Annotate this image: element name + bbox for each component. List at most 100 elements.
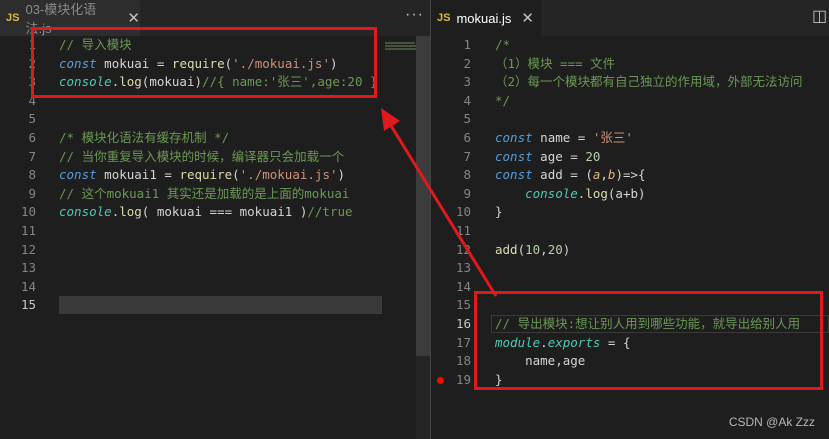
line-number: 10 (455, 204, 471, 220)
line-number: 15 (455, 297, 471, 313)
line-number: 11 (20, 223, 36, 238)
line-number: 17 (455, 334, 471, 350)
line-number: 19 (455, 371, 471, 387)
code-text: } (495, 203, 503, 221)
code-token: /* (495, 37, 511, 52)
close-icon[interactable]: ✕ (521, 9, 534, 27)
code-text: add(10,20) (495, 241, 570, 259)
code-token: ) (562, 241, 571, 257)
code-line[interactable]: 9 // 这个mokuai1 其实还是加载的是上面的mokuai (0, 185, 430, 203)
line-number: 6 (463, 130, 471, 145)
code-token: age (532, 148, 571, 164)
code-line[interactable]: 7 const age = 20 (431, 148, 829, 166)
code-line[interactable]: 2 （1）模块 === 文件 (431, 55, 829, 73)
code-token: mokuai1 (96, 167, 165, 183)
code-token: // 这个mokuai1 其实还是加载的是上面的mokuai (59, 185, 350, 201)
code-token: ( mokuai === mokuai1 ) (141, 204, 308, 220)
line-number: 7 (463, 148, 471, 164)
code-token: console (59, 204, 112, 220)
code-token: = (570, 148, 586, 164)
code-token: log (585, 185, 608, 201)
code-line[interactable]: 1 /* (431, 36, 829, 54)
code-line[interactable]: 4 */ (431, 92, 829, 110)
line-number: 18 (455, 353, 471, 369)
code-text: const mokuai1 = require('./mokuai.js') (59, 166, 345, 184)
code-line[interactable]: 10} (431, 203, 829, 221)
code-token: './mokuai.js' (239, 167, 338, 183)
code-line[interactable]: 8 const mokuai1 = require('./mokuai.js') (0, 166, 430, 184)
code-line[interactable]: 3 （2）每一个模块都有自己独立的作用域，外部无法访问 (431, 73, 829, 91)
line-number: 2 (463, 55, 471, 71)
code-token: console (525, 185, 578, 201)
code-line[interactable]: 6 /* 模块化语法有缓存机制 */ (0, 129, 430, 147)
vertical-scrollbar-thumb[interactable] (416, 36, 430, 356)
code-token: = (577, 130, 593, 145)
code-token: ( (517, 241, 526, 257)
code-line[interactable]: 8 const add = (a,b)=>{ (431, 166, 829, 184)
code-line[interactable]: 13 (431, 259, 829, 277)
line-number: 11 (455, 223, 471, 238)
code-token: const (495, 130, 533, 145)
code-line[interactable]: 12 add(10,20) (431, 241, 829, 259)
js-file-icon: JS (437, 12, 451, 24)
code-line[interactable]: 14 (0, 278, 430, 296)
line-number: 13 (455, 260, 471, 276)
js-file-icon: JS (6, 12, 20, 24)
code-token: add (495, 241, 518, 257)
code-line[interactable]: 15 (0, 296, 430, 314)
code-text: */ (495, 92, 510, 110)
import-highlight-box (31, 27, 377, 98)
code-token: , (600, 167, 608, 183)
line-number: 3 (463, 74, 471, 90)
code-line[interactable]: 12 (0, 241, 430, 259)
line-number: 9 (28, 185, 36, 201)
code-token: name (532, 130, 578, 145)
code-line[interactable]: 11 (431, 222, 829, 240)
code-line[interactable]: 10 console.log( mokuai === mokuai1 )//tru… (0, 203, 430, 221)
code-text: console.log( mokuai === mokuai1 )//true (59, 203, 353, 221)
right-tab-bar: JS mokuai.js ✕ ◫ (431, 0, 829, 36)
code-token: require (179, 167, 233, 183)
code-token: = (164, 167, 180, 183)
line-number: 5 (28, 111, 36, 127)
line-number: 9 (463, 185, 471, 201)
code-token: // 当你重复导入模块的时候，编译器只会加载一个 (59, 148, 345, 164)
close-icon[interactable]: ✕ (127, 9, 140, 27)
line-number: 5 (463, 111, 471, 127)
code-text: （1）模块 === 文件 (495, 55, 615, 73)
line-number: 14 (455, 278, 471, 294)
code-token: */ (495, 92, 511, 108)
line-number: 13 (20, 260, 36, 276)
code-token: '张三' (592, 130, 633, 145)
code-token: 20 (585, 148, 601, 164)
code-line[interactable]: 13 (0, 259, 430, 277)
code-line[interactable]: 6 const name = '张三' (431, 129, 829, 147)
code-text: // 当你重复导入模块的时候，编译器只会加载一个 (59, 148, 344, 166)
code-line[interactable]: 11 (0, 222, 430, 240)
line-number: 12 (455, 241, 471, 257)
code-line[interactable]: 5 (431, 110, 829, 128)
line-number: 16 (455, 316, 471, 331)
code-line[interactable]: 7 // 当你重复导入模块的时候，编译器只会加载一个 (0, 148, 430, 166)
code-line[interactable]: 5 (0, 110, 430, 128)
code-line[interactable]: 9 console.log(a+b) (431, 185, 829, 203)
code-token: ( (232, 167, 240, 183)
code-token: （1）模块 === 文件 (495, 55, 616, 71)
code-text: console.log(a+b) (495, 185, 645, 203)
code-token: )=>{ (615, 167, 646, 183)
code-text: const age = 20 (495, 148, 600, 166)
code-token: const (495, 148, 533, 164)
line-number: 15 (20, 297, 36, 313)
code-text: /* 模块化语法有缓存机制 */ (59, 129, 229, 147)
split-editor-icon[interactable]: ◫ (812, 6, 828, 26)
watermark: CSDN @Ak Zzz (728, 415, 815, 429)
code-token: //true (307, 204, 353, 220)
code-token: , (540, 241, 548, 257)
more-actions-icon[interactable]: ··· (405, 6, 424, 24)
line-number: 6 (28, 130, 36, 145)
line-number: 4 (463, 92, 471, 108)
code-token: log (119, 204, 142, 220)
tab-mokuai-js[interactable]: JS mokuai.js ✕ (431, 0, 541, 36)
line-number: 7 (28, 148, 36, 164)
